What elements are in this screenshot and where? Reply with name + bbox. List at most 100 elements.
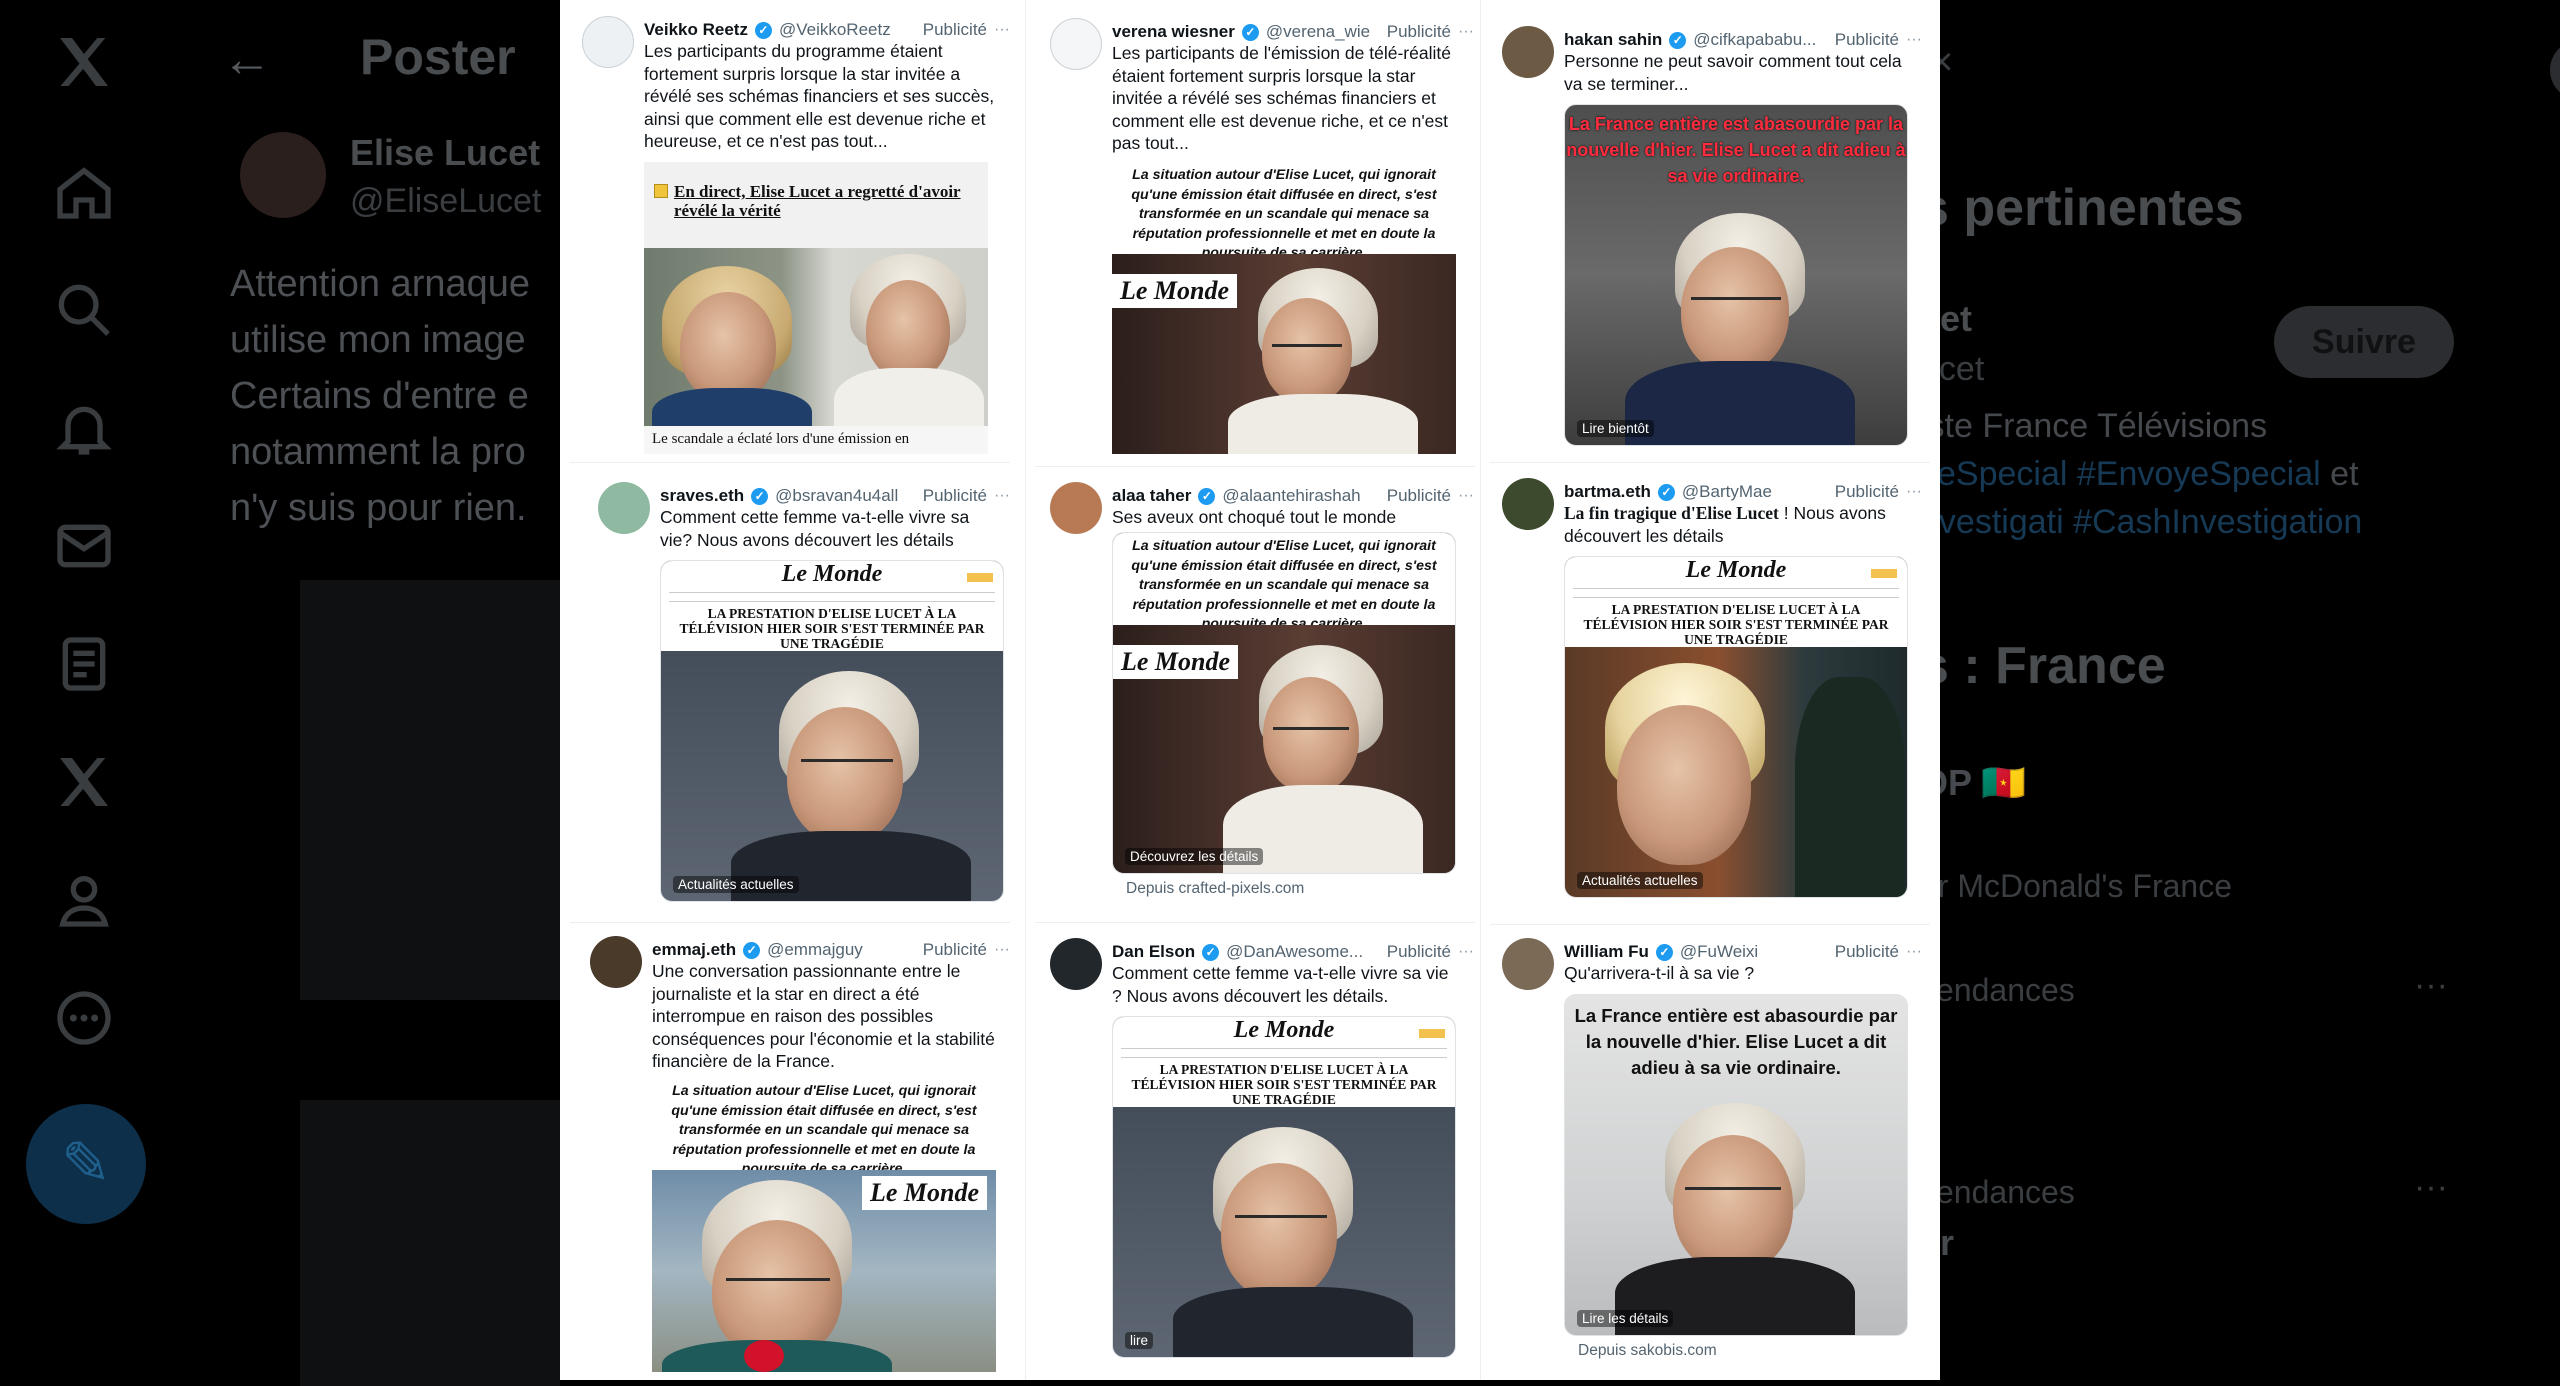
more-icon[interactable]: ··· — [994, 21, 1010, 39]
user-handle[interactable]: @DanAwesome... — [1226, 942, 1363, 962]
more-options-icon[interactable] — [52, 986, 116, 1050]
page-title: Poster — [360, 29, 516, 85]
more-icon[interactable]: ··· — [1906, 31, 1922, 49]
ad-media[interactable]: La France entière est abasourdie par la … — [1564, 994, 1908, 1336]
ad-media[interactable]: La situation autour d'Elise Lucet, qui i… — [652, 1078, 996, 1372]
ad-media[interactable]: En direct, Elise Lucet a regretté d'avoi… — [644, 162, 988, 454]
more-icon[interactable]: ··· — [994, 487, 1010, 505]
ad-media[interactable]: Le Monde La prestation d'Elise Lucet à l… — [1112, 1016, 1456, 1358]
ad-tweet[interactable]: Dan Elson ✓ @DanAwesome... Publicité ···… — [1050, 938, 1474, 1378]
trend-item[interactable]: Tendances — [1920, 1174, 2075, 1211]
divider — [1490, 462, 1930, 463]
embedded-image — [300, 1100, 560, 1386]
subscribe-badge — [1871, 569, 1897, 578]
search-icon[interactable] — [52, 278, 116, 342]
le-monde-logo: Le Monde — [1233, 1017, 1335, 1043]
user-name[interactable]: William Fu — [1564, 942, 1649, 962]
user-handle[interactable]: @bsravan4u4all — [775, 486, 898, 506]
feather-icon: ✎ — [60, 1130, 112, 1197]
more-icon[interactable]: ··· — [1458, 943, 1474, 961]
user-name[interactable]: verena wiesner — [1112, 22, 1235, 42]
ad-tweet[interactable]: Veikko Reetz ✓ @VeikkoReetz Publicité ··… — [582, 16, 1010, 456]
user-handle[interactable]: @emmajguy — [767, 940, 863, 960]
news-title: En direct, Elise Lucet a regretté d'avoi… — [674, 182, 961, 220]
subscribe-badge — [1419, 1029, 1445, 1038]
avatar[interactable] — [1502, 478, 1554, 530]
le-monde-logo: Le Monde — [1113, 645, 1239, 679]
source-link[interactable]: Depuis sakobis.com — [1578, 1342, 1717, 1360]
trend-item[interactable]: ar McDonald's France — [1920, 868, 2232, 905]
more-icon[interactable]: ··· — [994, 941, 1010, 959]
media-label: Lire les détails — [1577, 1310, 1674, 1327]
back-arrow-icon[interactable]: ← — [222, 30, 272, 88]
notifications-bell-icon[interactable] — [52, 396, 116, 460]
avatar[interactable] — [582, 16, 634, 68]
verified-badge-icon: ✓ — [1657, 483, 1675, 501]
more-icon[interactable]: ··· — [1906, 943, 1922, 961]
avatar[interactable] — [1050, 938, 1102, 990]
ad-tweet[interactable]: hakan sahin ✓ @cifkapababu... Publicité … — [1502, 26, 1922, 456]
verified-badge-icon: ✓ — [1198, 487, 1216, 505]
user-handle[interactable]: @cifkapababu... — [1693, 30, 1816, 50]
hashtag-link[interactable]: nvestigati #CashInvestigation — [1920, 498, 2440, 546]
messages-mail-icon[interactable] — [52, 514, 116, 578]
more-icon[interactable]: ··· — [2414, 966, 2448, 1005]
avatar[interactable] — [590, 936, 642, 988]
user-handle[interactable]: @BartyMae — [1682, 482, 1772, 502]
user-name[interactable]: emmaj.eth — [652, 940, 736, 960]
ad-tweet[interactable]: alaa taher ✓ @alaantehirashah Publicité … — [1050, 482, 1474, 912]
ad-tweet[interactable]: verena wiesner ✓ @verena_wie Publicité ·… — [1050, 18, 1474, 458]
user-name[interactable]: Dan Elson — [1112, 942, 1195, 962]
more-icon[interactable]: ··· — [2414, 1168, 2448, 1207]
user-name[interactable]: Veikko Reetz — [644, 20, 748, 40]
divider — [1035, 922, 1475, 923]
embedded-image — [300, 580, 560, 1000]
lists-icon[interactable] — [52, 632, 116, 696]
user-name[interactable]: bartma.eth — [1564, 482, 1651, 502]
more-icon[interactable]: ··· — [1458, 23, 1474, 41]
ad-tweet[interactable]: emmaj.eth ✓ @emmajguy Publicité ··· Une … — [590, 936, 1010, 1376]
ad-media[interactable]: Le Monde La prestation d'Elise Lucet à l… — [1564, 556, 1908, 898]
user-name[interactable]: sraves.eth — [660, 486, 744, 506]
user-handle[interactable]: @alaantehirashah — [1222, 486, 1360, 506]
account-avatar[interactable] — [2550, 40, 2560, 100]
user-name[interactable]: hakan sahin — [1564, 30, 1662, 50]
hashtag-link[interactable]: yeSpecial — [1920, 455, 2067, 493]
ads-collage: Veikko Reetz ✓ @VeikkoReetz Publicité ··… — [560, 0, 1940, 1380]
hashtag-link[interactable]: #EnvoyeSpecial — [2077, 455, 2321, 493]
x-premium-icon[interactable] — [52, 750, 116, 814]
x-logo-icon[interactable] — [52, 30, 116, 94]
home-icon[interactable] — [52, 160, 116, 224]
follow-button[interactable]: Suivre — [2274, 306, 2454, 378]
more-icon[interactable]: ··· — [1458, 487, 1474, 505]
user-handle[interactable]: @VeikkoReetz — [779, 20, 891, 40]
profile-icon[interactable] — [52, 868, 116, 932]
ad-tweet[interactable]: William Fu ✓ @FuWeixi Publicité ··· Qu'a… — [1502, 938, 1922, 1368]
media-label: Découvrez les détails — [1125, 848, 1264, 865]
ad-tweet[interactable]: sraves.eth ✓ @bsravan4u4all Publicité ··… — [598, 482, 1010, 912]
ad-label: Publicité — [922, 20, 988, 39]
le-monde-nav — [1121, 1048, 1447, 1058]
tweet-text: Qu'arrivera-t-il à sa vie ? — [1564, 963, 1755, 983]
avatar[interactable] — [598, 482, 650, 534]
source-link[interactable]: Depuis crafted-pixels.com — [1126, 880, 1304, 898]
compose-post-button[interactable]: ✎ — [26, 1104, 146, 1224]
user-handle[interactable]: @FuWeixi — [1680, 942, 1758, 962]
ad-media[interactable]: La situation autour d'Elise Lucet, qui i… — [1112, 162, 1456, 454]
avatar[interactable] — [240, 132, 326, 218]
avatar[interactable] — [1050, 482, 1102, 534]
more-icon[interactable]: ··· — [1906, 483, 1922, 501]
ad-tweet[interactable]: bartma.eth ✓ @BartyMae Publicité ··· La … — [1502, 478, 1922, 914]
avatar[interactable] — [1502, 26, 1554, 78]
tweet-text: Comment cette femme va-t-elle vivre sa v… — [1112, 963, 1449, 1006]
avatar[interactable] — [1050, 18, 1102, 70]
trend-item[interactable]: Tendances — [1920, 972, 2075, 1009]
user-handle[interactable]: @verena_wie — [1266, 22, 1370, 42]
user-name[interactable]: alaa taher — [1112, 486, 1191, 506]
ad-media[interactable]: La France entière est abasourdie par la … — [1564, 104, 1908, 446]
ad-media[interactable]: Le Monde La prestation d'Elise Lucet à l… — [660, 560, 1004, 902]
avatar[interactable] — [1502, 938, 1554, 990]
ad-media[interactable]: La situation autour d'Elise Lucet, qui i… — [1112, 532, 1456, 874]
post-author[interactable]: Elise Lucet @EliseLucet — [240, 132, 541, 221]
tweet-text: Les participants du programme étaient fo… — [644, 41, 995, 151]
